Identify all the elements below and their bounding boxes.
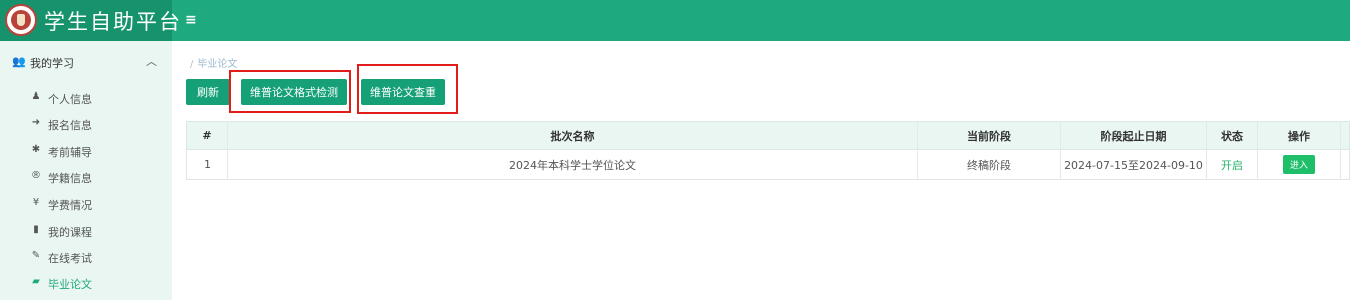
sidebar-item-label: 毕业论文 bbox=[48, 278, 92, 291]
pencil-icon: ✎ bbox=[31, 250, 41, 261]
yen-icon: ¥ bbox=[32, 197, 40, 208]
cell-batch-name: 2024年本科学士学位论文 bbox=[228, 150, 918, 179]
breadcrumb-separator: / bbox=[190, 59, 194, 70]
sidebar-item-my-courses[interactable]: ▮ 我的课程 bbox=[0, 218, 172, 244]
bug-icon: ✱ bbox=[31, 144, 41, 155]
breadcrumb-current: 毕业论文 bbox=[197, 59, 238, 70]
highlight-box-format-check bbox=[229, 70, 351, 113]
book-icon: ▮ bbox=[33, 224, 39, 235]
table-header-row: # 批次名称 当前阶段 阶段起止日期 状态 操作 bbox=[186, 121, 1350, 150]
sidebar-item-label: 学费情况 bbox=[48, 199, 92, 212]
sidebar-item-online-exam[interactable]: ✎ 在线考试 bbox=[0, 244, 172, 270]
enter-button[interactable]: 进入 bbox=[1282, 155, 1315, 174]
breadcrumb: / 毕业论文 bbox=[190, 55, 237, 70]
sidebar-item-label: 报名信息 bbox=[48, 119, 92, 132]
seal-emblem bbox=[11, 10, 31, 30]
sidebar-item-label: 在线考试 bbox=[48, 252, 92, 265]
header-index: # bbox=[187, 122, 228, 149]
top-header: 学生自助平台 ≡ bbox=[0, 0, 1350, 41]
sidebar-group-my-study[interactable]: 👥 我的学习 ︿ bbox=[0, 49, 172, 75]
sidebar: 👥 我的学习 ︿ ♟ 个人信息 ➜ 报名信息 ✱ 考前辅导 ® 学籍信息 ¥ 学… bbox=[0, 41, 172, 300]
sidebar-item-label: 我的课程 bbox=[48, 226, 92, 239]
cell-action: 进入 bbox=[1258, 150, 1341, 179]
sidebar-item-personal-info[interactable]: ♟ 个人信息 bbox=[0, 85, 172, 111]
sign-in-icon: ➜ bbox=[31, 117, 41, 128]
users-icon: 👥 bbox=[12, 55, 26, 68]
sidebar-item-exam-tutoring[interactable]: ✱ 考前辅导 bbox=[0, 138, 172, 164]
sidebar-group-label: 我的学习 bbox=[30, 57, 74, 70]
logo-area: 学生自助平台 bbox=[0, 0, 180, 41]
sidebar-item-student-status[interactable]: ® 学籍信息 bbox=[0, 164, 172, 190]
sidebar-item-label: 考前辅导 bbox=[48, 146, 92, 159]
registered-icon: ® bbox=[31, 170, 41, 181]
university-seal-logo bbox=[5, 4, 37, 36]
app-title: 学生自助平台 bbox=[44, 10, 182, 34]
bookmark-icon: ▰ bbox=[32, 276, 40, 287]
cell-current-stage: 终稿阶段 bbox=[918, 150, 1061, 179]
sidebar-item-thesis[interactable]: ▰ 毕业论文 bbox=[0, 270, 172, 296]
sidebar-item-label: 个人信息 bbox=[48, 93, 92, 106]
table-row: 1 2024年本科学士学位论文 终稿阶段 2024-07-15至2024-09-… bbox=[186, 150, 1350, 180]
header-date-range: 阶段起止日期 bbox=[1061, 122, 1207, 149]
menu-toggle-icon[interactable]: ≡ bbox=[185, 12, 197, 28]
header-batch-name: 批次名称 bbox=[228, 122, 918, 149]
chevron-up-icon: ︿ bbox=[146, 55, 157, 68]
header-action: 操作 bbox=[1258, 122, 1341, 149]
cell-date-range: 2024-07-15至2024-09-10 bbox=[1061, 150, 1207, 179]
status-badge: 开启 bbox=[1221, 158, 1243, 172]
cell-status: 开启 bbox=[1207, 150, 1258, 179]
highlight-box-plagiarism-check bbox=[357, 64, 458, 114]
refresh-button[interactable]: 刷新 bbox=[186, 79, 230, 105]
header-status: 状态 bbox=[1207, 122, 1258, 149]
user-icon: ♟ bbox=[31, 91, 41, 102]
sidebar-item-registration[interactable]: ➜ 报名信息 bbox=[0, 111, 172, 137]
header-current-stage: 当前阶段 bbox=[918, 122, 1061, 149]
cell-index: 1 bbox=[187, 150, 228, 179]
sidebar-item-tuition[interactable]: ¥ 学费情况 bbox=[0, 191, 172, 217]
sidebar-item-label: 学籍信息 bbox=[48, 172, 92, 185]
